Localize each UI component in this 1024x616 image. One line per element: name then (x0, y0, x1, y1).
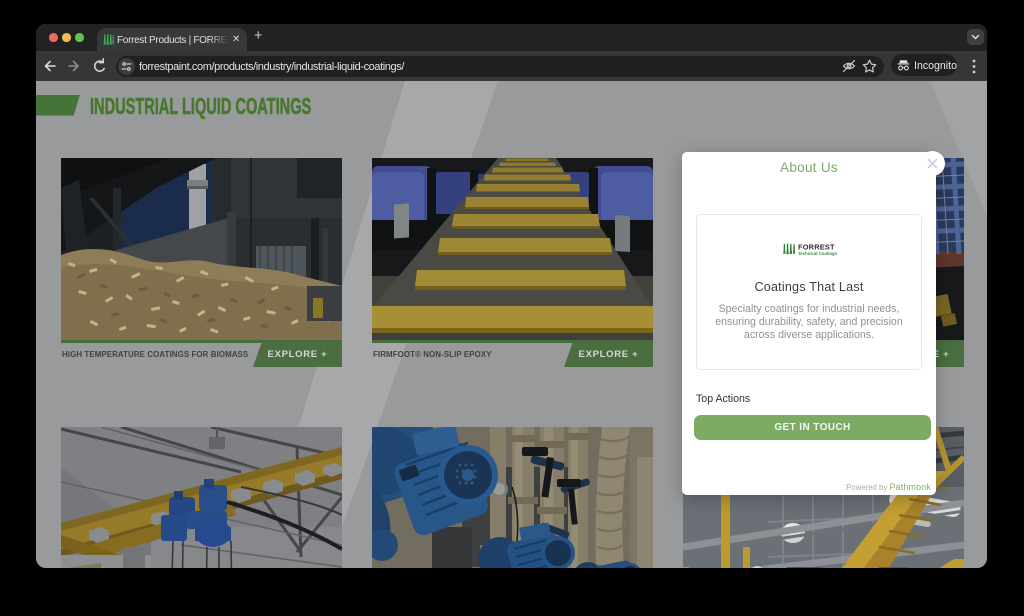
svg-text:Technical Coatings: Technical Coatings (798, 251, 838, 256)
